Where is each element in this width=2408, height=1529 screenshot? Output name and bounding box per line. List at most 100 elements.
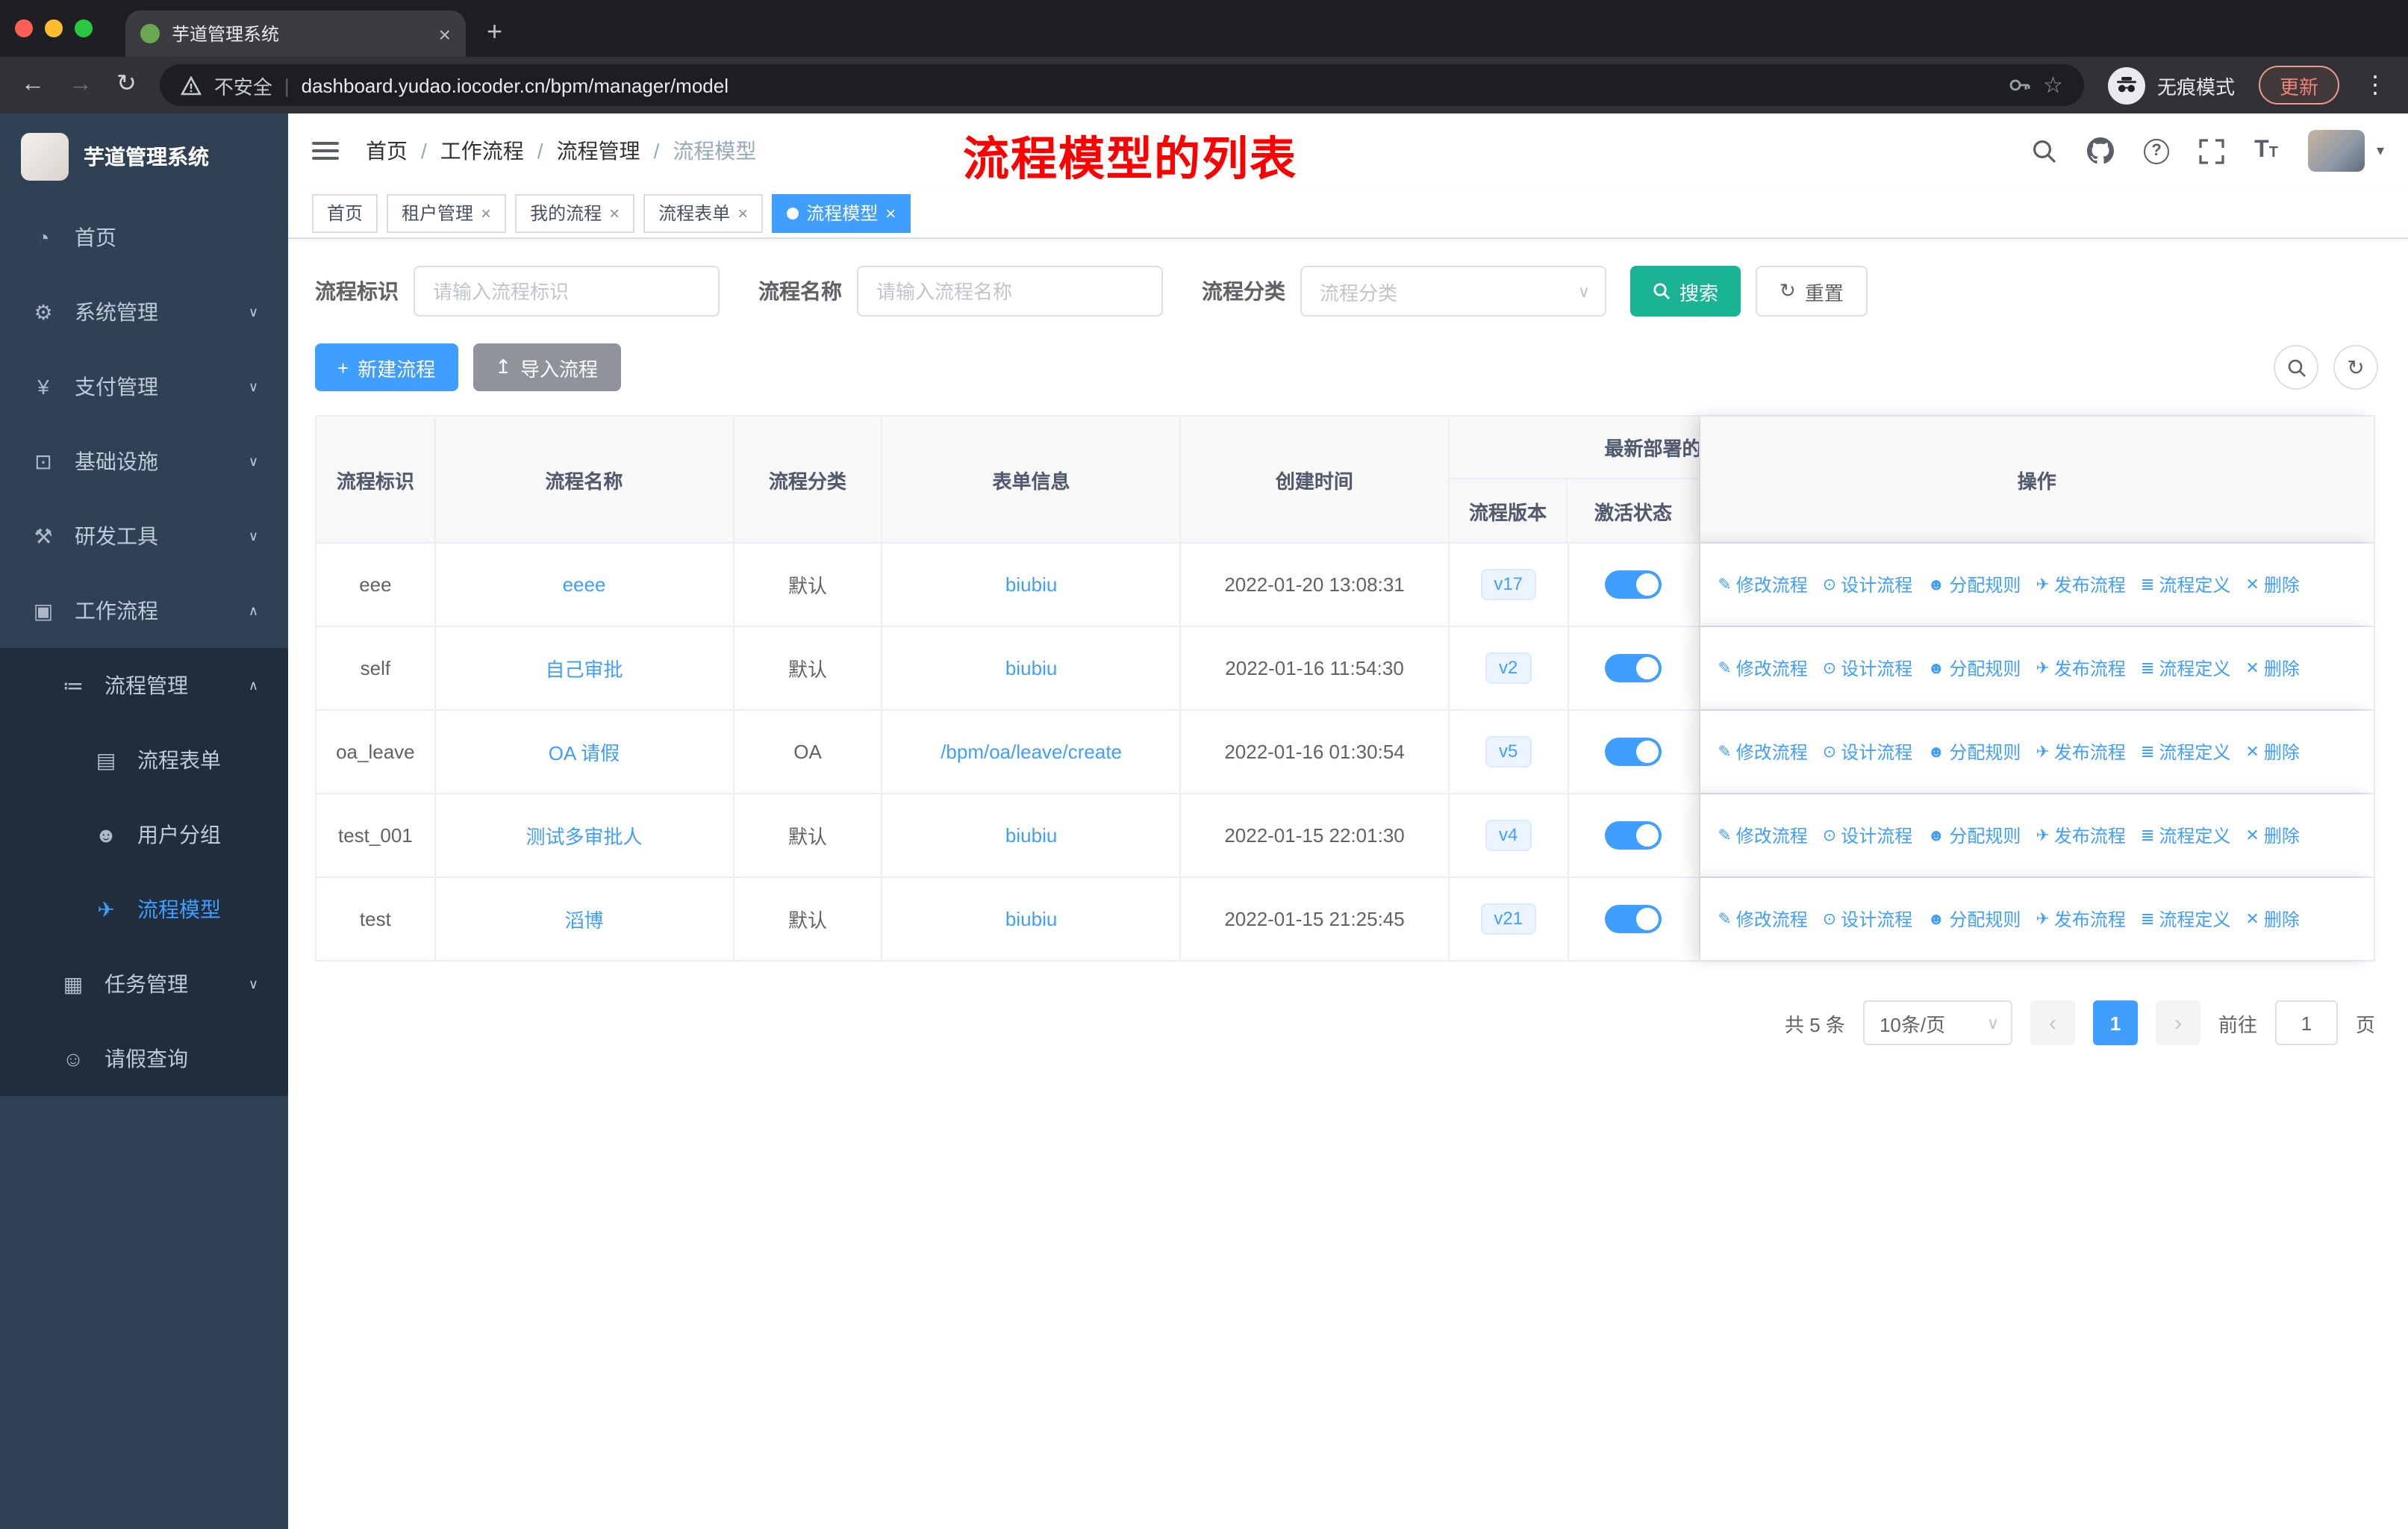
action-assign-rule[interactable]: ☻ 分配规则 xyxy=(1927,823,2021,848)
refresh-table-button[interactable]: ↻ xyxy=(2333,345,2378,390)
breadcrumb-process-management[interactable]: 流程管理 xyxy=(557,136,640,166)
sidebar-item-task-management[interactable]: ▦ 任务管理 ∨ xyxy=(0,947,288,1021)
breadcrumb-home[interactable]: 首页 xyxy=(366,136,408,166)
active-status-toggle[interactable] xyxy=(1605,821,1662,850)
search-button[interactable]: 搜索 xyxy=(1630,266,1741,317)
process-name-link[interactable]: OA 请假 xyxy=(549,738,620,766)
sidebar-item-payment[interactable]: ¥ 支付管理 ∨ xyxy=(0,349,288,424)
url-text[interactable]: dashboard.yudao.iocoder.cn/bpm/manager/m… xyxy=(302,74,1995,96)
font-size-icon[interactable]: TT xyxy=(2254,137,2278,164)
close-icon[interactable]: × xyxy=(737,202,748,223)
toggle-search-button[interactable] xyxy=(2274,345,2318,390)
close-window-button[interactable] xyxy=(15,19,33,37)
active-status-toggle[interactable] xyxy=(1605,738,1662,766)
import-process-button[interactable]: ↥ 导入流程 xyxy=(472,343,621,391)
browser-tab[interactable]: 芋道管理系统 × xyxy=(125,10,466,57)
current-page[interactable]: 1 xyxy=(2092,1000,2138,1045)
user-avatar[interactable] xyxy=(2307,130,2365,172)
tag-process-model[interactable]: 流程模型 × xyxy=(772,193,911,232)
process-name-link[interactable]: 滔博 xyxy=(564,905,603,933)
action-definition[interactable]: ≣ 流程定义 xyxy=(2141,906,2230,932)
action-edit[interactable]: ✎ 修改流程 xyxy=(1718,572,1807,597)
address-bar[interactable]: 不安全 | dashboard.yudao.iocoder.cn/bpm/man… xyxy=(160,64,2084,106)
action-definition[interactable]: ≣ 流程定义 xyxy=(2141,572,2230,597)
action-publish[interactable]: ✈ 发布流程 xyxy=(2036,906,2125,932)
bookmark-star-icon[interactable]: ☆ xyxy=(2043,72,2063,99)
action-assign-rule[interactable]: ☻ 分配规则 xyxy=(1927,572,2021,597)
action-publish[interactable]: ✈ 发布流程 xyxy=(2036,572,2125,597)
action-edit[interactable]: ✎ 修改流程 xyxy=(1718,655,1807,681)
close-icon[interactable]: × xyxy=(885,202,896,223)
action-delete[interactable]: ✕ 删除 xyxy=(2245,823,2299,848)
sidebar-item-process-model[interactable]: ✈ 流程模型 xyxy=(0,872,288,947)
sidebar-item-process-form[interactable]: ▤ 流程表单 xyxy=(0,723,288,797)
tag-home[interactable]: 首页 xyxy=(312,193,378,232)
form-info-link[interactable]: biubiu xyxy=(1005,908,1057,930)
breadcrumb-workflow[interactable]: 工作流程 xyxy=(440,136,524,166)
action-design[interactable]: ⊙ 设计流程 xyxy=(1823,823,1912,848)
minimize-window-button[interactable] xyxy=(45,19,63,37)
form-info-link[interactable]: biubiu xyxy=(1005,824,1057,847)
action-definition[interactable]: ≣ 流程定义 xyxy=(2141,655,2230,681)
sidebar-item-user-group[interactable]: ☻ 用户分组 xyxy=(0,797,288,872)
process-name-link[interactable]: eeee xyxy=(563,573,606,596)
forward-icon[interactable]: → xyxy=(69,72,93,97)
action-design[interactable]: ⊙ 设计流程 xyxy=(1823,655,1912,681)
search-icon[interactable] xyxy=(2032,138,2057,164)
action-design[interactable]: ⊙ 设计流程 xyxy=(1823,572,1912,597)
active-status-toggle[interactable] xyxy=(1605,905,1662,933)
action-edit[interactable]: ✎ 修改流程 xyxy=(1718,739,1807,764)
close-icon[interactable]: × xyxy=(609,202,620,223)
sidebar-item-system[interactable]: ⚙ 系统管理 ∨ xyxy=(0,275,288,349)
action-assign-rule[interactable]: ☻ 分配规则 xyxy=(1927,739,2021,764)
zoom-window-button[interactable] xyxy=(75,19,93,37)
browser-menu-icon[interactable]: ⋮ xyxy=(2363,70,2387,100)
form-info-link[interactable]: /bpm/oa/leave/create xyxy=(941,741,1122,763)
sidebar-item-leave-query[interactable]: ☺ 请假查询 xyxy=(0,1021,288,1096)
action-definition[interactable]: ≣ 流程定义 xyxy=(2141,823,2230,848)
sidebar-item-process-management[interactable]: ≔ 流程管理 ∧ xyxy=(0,648,288,723)
process-key-input[interactable] xyxy=(414,266,720,317)
hamburger-icon[interactable] xyxy=(312,142,339,160)
reload-icon[interactable]: ↻ xyxy=(116,72,137,97)
action-delete[interactable]: ✕ 删除 xyxy=(2245,572,2299,597)
password-key-icon[interactable] xyxy=(2007,73,2031,97)
app-logo-row[interactable]: 芋道管理系统 xyxy=(0,113,288,200)
action-design[interactable]: ⊙ 设计流程 xyxy=(1823,739,1912,764)
process-name-link[interactable]: 测试多审批人 xyxy=(525,821,642,850)
tag-process-form[interactable]: 流程表单 × xyxy=(643,193,764,232)
browser-update-button[interactable]: 更新 xyxy=(2258,66,2339,105)
action-delete[interactable]: ✕ 删除 xyxy=(2245,655,2299,681)
sidebar-item-home[interactable]: ◔ 首页 xyxy=(0,200,288,275)
tab-close-icon[interactable]: × xyxy=(439,22,451,46)
action-publish[interactable]: ✈ 发布流程 xyxy=(2036,823,2125,848)
active-status-toggle[interactable] xyxy=(1605,654,1662,682)
process-name-input[interactable] xyxy=(857,266,1163,317)
form-info-link[interactable]: biubiu xyxy=(1005,573,1057,596)
close-icon[interactable]: × xyxy=(481,202,491,223)
reset-button[interactable]: ↻ 重置 xyxy=(1756,266,1868,317)
process-category-select[interactable]: 流程分类 ∨ xyxy=(1300,266,1606,317)
action-delete[interactable]: ✕ 删除 xyxy=(2245,739,2299,764)
action-edit[interactable]: ✎ 修改流程 xyxy=(1718,823,1807,848)
action-definition[interactable]: ≣ 流程定义 xyxy=(2141,739,2230,764)
action-assign-rule[interactable]: ☻ 分配规则 xyxy=(1927,655,2021,681)
process-name-link[interactable]: 自己审批 xyxy=(545,654,623,682)
prev-page-button[interactable]: ‹ xyxy=(2030,1000,2075,1045)
action-publish[interactable]: ✈ 发布流程 xyxy=(2036,655,2125,681)
next-page-button[interactable]: › xyxy=(2155,1000,2200,1045)
tag-tenant[interactable]: 租户管理 × xyxy=(387,193,507,232)
page-size-select[interactable]: 10条/页 ∨ xyxy=(1862,1000,2012,1045)
sidebar-item-workflow[interactable]: ▣ 工作流程 ∧ xyxy=(0,573,288,648)
back-icon[interactable]: ← xyxy=(21,72,45,97)
form-info-link[interactable]: biubiu xyxy=(1005,657,1057,679)
new-tab-button[interactable]: + xyxy=(487,16,502,48)
github-icon[interactable] xyxy=(2087,137,2115,164)
tag-my-process[interactable]: 我的流程 × xyxy=(515,193,635,232)
goto-page-input[interactable] xyxy=(2274,1000,2338,1045)
sidebar-item-devtools[interactable]: ⚒ 研发工具 ∨ xyxy=(0,499,288,573)
fullscreen-icon[interactable] xyxy=(2199,138,2224,164)
action-delete[interactable]: ✕ 删除 xyxy=(2245,906,2299,932)
security-label[interactable]: 不安全 xyxy=(214,71,272,99)
action-assign-rule[interactable]: ☻ 分配规则 xyxy=(1927,906,2021,932)
